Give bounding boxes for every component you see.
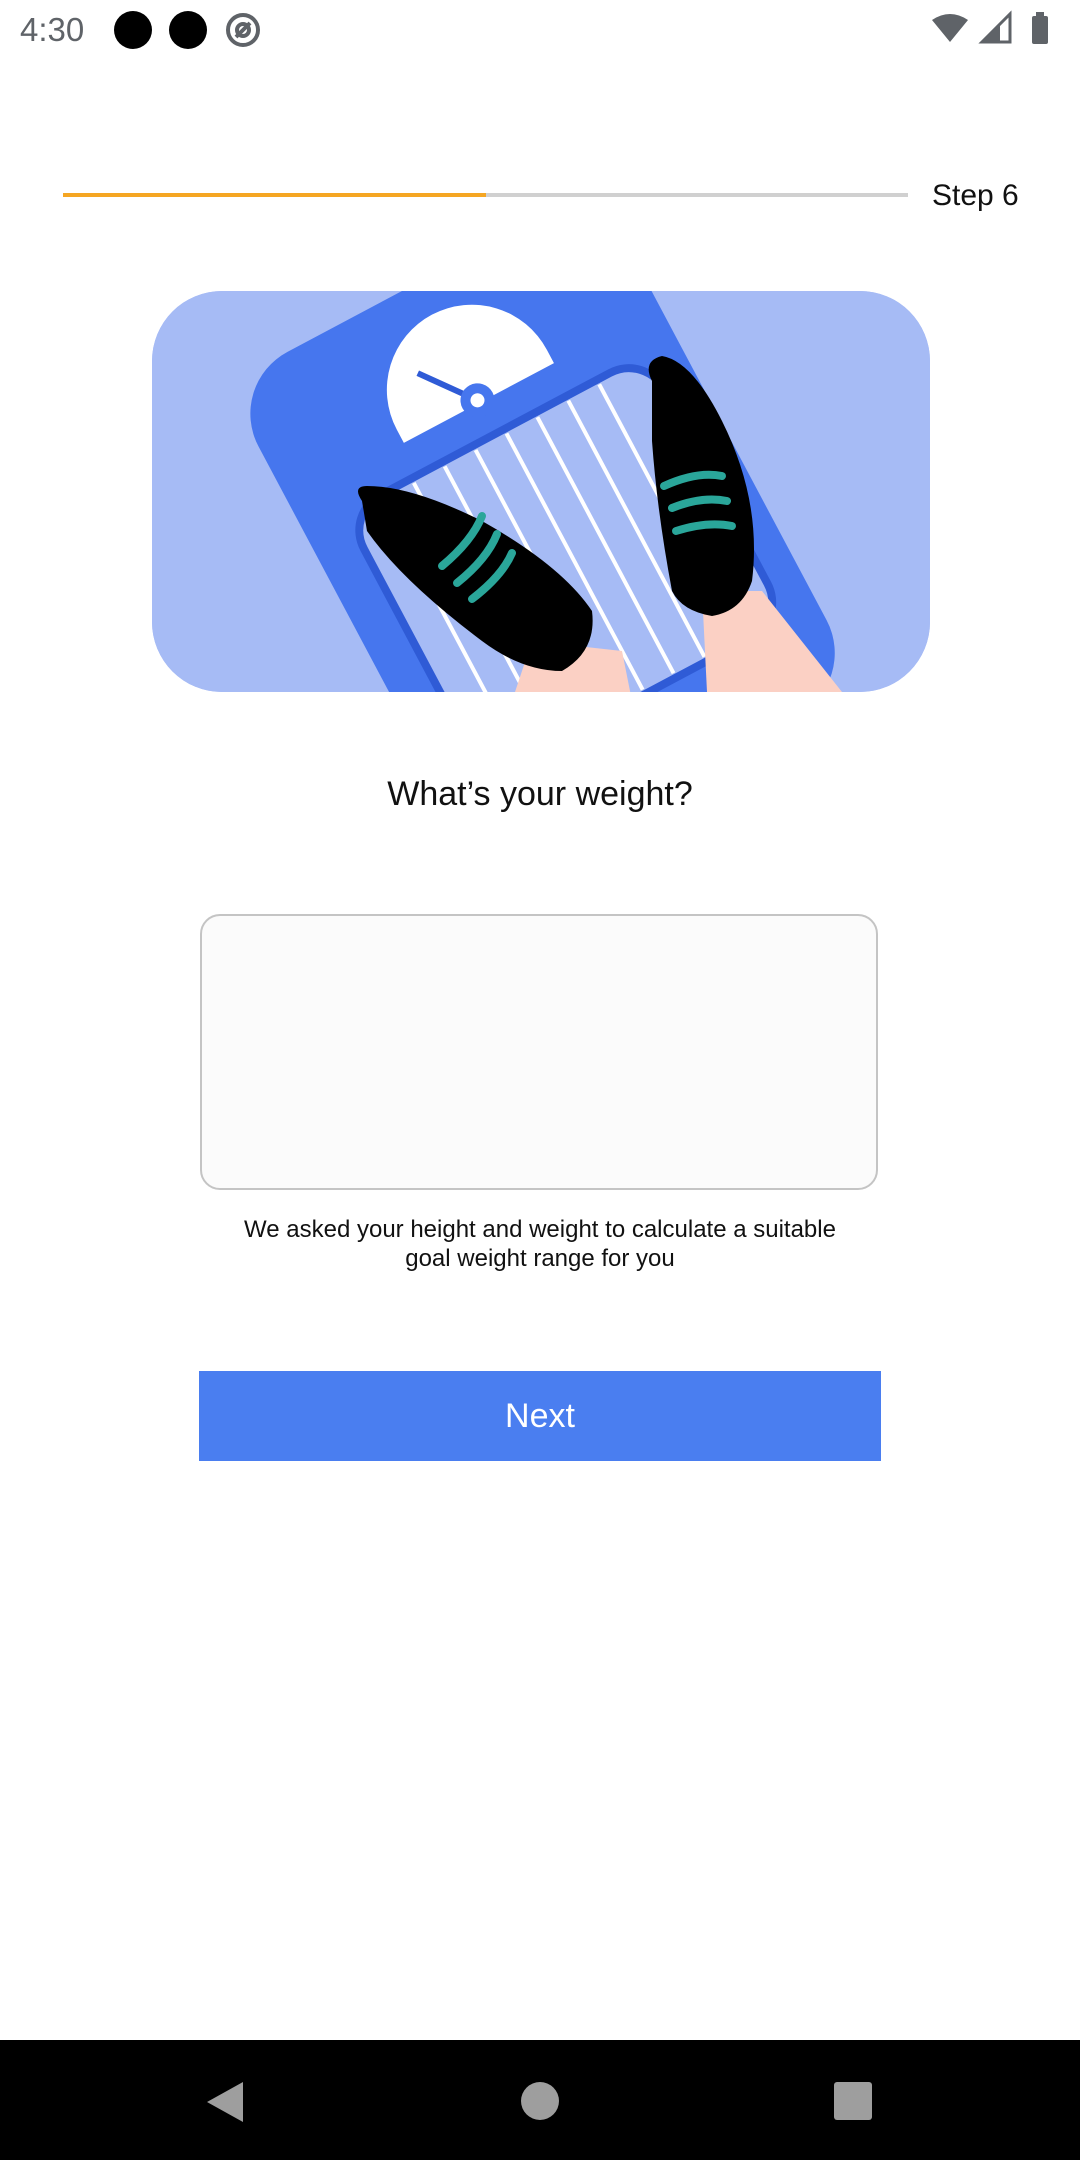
weight-input[interactable] — [200, 914, 878, 1190]
status-time: 4:30 — [20, 11, 85, 48]
battery-icon — [1032, 12, 1048, 44]
signal-icon — [978, 10, 1012, 44]
recents-square-icon[interactable] — [834, 2082, 872, 2120]
progress-fill — [63, 193, 486, 197]
question-title: What’s your weight? — [387, 775, 693, 813]
helper-text: We asked your height and weight to calcu… — [244, 1216, 836, 1272]
wifi-icon — [932, 14, 968, 42]
back-triangle-icon[interactable] — [205, 2080, 245, 2124]
progress-bar — [63, 193, 908, 197]
scale-illustration — [152, 291, 930, 692]
home-circle-icon[interactable] — [521, 2082, 559, 2120]
next-button[interactable]: Next — [199, 1371, 881, 1461]
navigation-bar — [0, 2040, 1080, 2160]
scale-with-shoes-icon — [152, 291, 930, 692]
status-bar: 4:30 — [0, 0, 1080, 60]
notification-dot-icon — [114, 11, 152, 49]
notification-dot-icon — [169, 11, 207, 49]
status-icons — [932, 10, 1048, 44]
step-label: Step 6 — [932, 179, 1019, 212]
at-sign-icon — [226, 13, 260, 47]
